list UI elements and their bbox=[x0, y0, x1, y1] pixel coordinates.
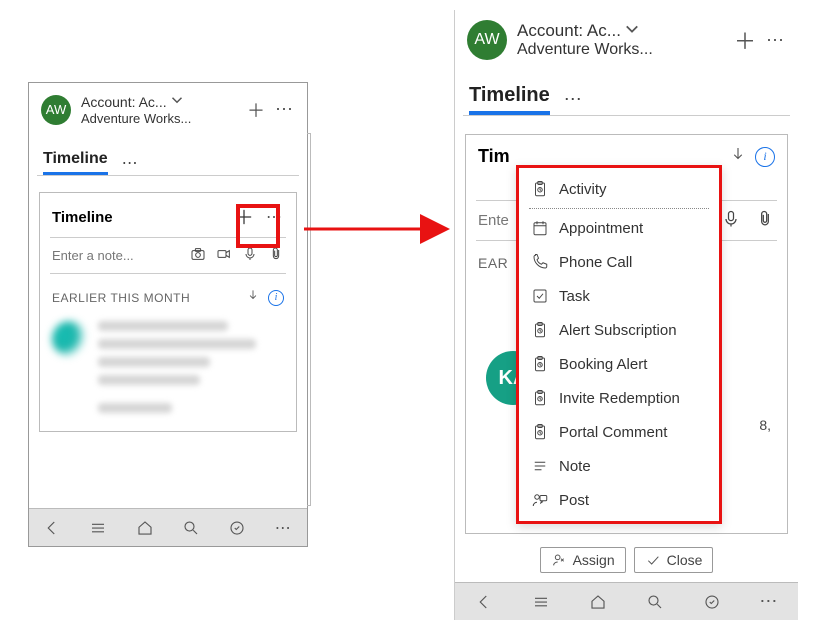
tab-timeline[interactable]: Timeline bbox=[43, 150, 108, 175]
menu-item-label: Note bbox=[559, 458, 591, 475]
account-title: Account: Ac... bbox=[81, 94, 167, 110]
clipboard-icon bbox=[531, 423, 549, 441]
menu-item-phone-call[interactable]: Phone Call bbox=[519, 245, 719, 279]
timeline-card: Tim i Ente EAR KA 8, ActivityAppointment… bbox=[465, 134, 788, 534]
post-icon bbox=[531, 491, 549, 509]
camera-icon[interactable] bbox=[190, 246, 206, 265]
chevron-down-icon[interactable] bbox=[625, 22, 639, 41]
menu-item-label: Phone Call bbox=[559, 254, 632, 271]
mobile-panel-left: AW Account: Ac... Adventure Works... ＋ ⋯… bbox=[28, 82, 308, 547]
tab-bar: Timeline ⋯ bbox=[455, 70, 798, 115]
chevron-down-icon[interactable] bbox=[171, 93, 183, 111]
home-button[interactable] bbox=[583, 587, 613, 617]
menu-button[interactable] bbox=[83, 513, 113, 543]
highlight-add-button bbox=[236, 204, 280, 248]
menu-item-alert-subscription[interactable]: Alert Subscription bbox=[519, 313, 719, 347]
avatar: AW bbox=[41, 95, 71, 125]
menu-button[interactable] bbox=[526, 587, 556, 617]
earlier-this-month-label: EARLIER THIS MONTH bbox=[52, 291, 238, 305]
peek-text: 8, bbox=[759, 417, 771, 433]
mic-icon[interactable] bbox=[721, 209, 741, 232]
timeline-card-title: Tim bbox=[478, 146, 721, 167]
search-button[interactable] bbox=[640, 587, 670, 617]
tab-bar: Timeline ⋯ bbox=[29, 136, 307, 175]
sort-arrow-icon[interactable] bbox=[729, 145, 747, 168]
clipboard-icon bbox=[531, 180, 549, 198]
phone-icon bbox=[531, 253, 549, 271]
clipboard-icon bbox=[531, 321, 549, 339]
tab-overflow-button[interactable]: ⋯ bbox=[122, 153, 138, 173]
menu-item-label: Booking Alert bbox=[559, 356, 647, 373]
close-button[interactable]: Close bbox=[634, 547, 714, 573]
menu-item-invite-redemption[interactable]: Invite Redemption bbox=[519, 381, 719, 415]
account-title: Account: Ac... bbox=[517, 21, 621, 41]
clipboard-icon bbox=[531, 355, 549, 373]
menu-item-portal-comment[interactable]: Portal Comment bbox=[519, 415, 719, 449]
menu-item-activity[interactable]: Activity bbox=[519, 172, 719, 206]
blurred-activity-item bbox=[40, 311, 296, 403]
close-label: Close bbox=[667, 552, 703, 568]
tab-overflow-button[interactable]: ⋯ bbox=[564, 89, 582, 110]
menu-item-label: Post bbox=[559, 492, 589, 509]
note-input[interactable]: Enter a note... bbox=[52, 248, 182, 263]
blurred-activity-item bbox=[40, 403, 296, 431]
menu-item-note[interactable]: Note bbox=[519, 449, 719, 483]
assign-button[interactable]: Assign bbox=[540, 547, 626, 573]
add-record-button[interactable]: ＋ bbox=[734, 24, 756, 56]
search-button[interactable] bbox=[176, 513, 206, 543]
tab-timeline[interactable]: Timeline bbox=[469, 84, 550, 115]
add-record-button[interactable]: ＋ bbox=[247, 97, 265, 123]
mic-icon[interactable] bbox=[242, 246, 258, 265]
overflow-button[interactable]: ⋯ bbox=[269, 513, 299, 543]
bottom-nav: ⋯ bbox=[29, 508, 307, 546]
note-icon bbox=[531, 457, 549, 475]
mobile-panel-right: AW Account: Ac... Adventure Works... ＋ ⋯… bbox=[454, 10, 798, 620]
menu-item-post[interactable]: Post bbox=[519, 483, 719, 517]
more-actions-button[interactable]: ⋯ bbox=[766, 30, 786, 51]
back-button[interactable] bbox=[469, 587, 499, 617]
task-button[interactable] bbox=[697, 587, 727, 617]
bottom-nav: ⋯ bbox=[455, 582, 798, 620]
video-icon[interactable] bbox=[216, 246, 232, 265]
menu-item-label: Appointment bbox=[559, 220, 643, 237]
timeline-card-title: Timeline bbox=[52, 209, 222, 226]
attachment-icon[interactable] bbox=[755, 209, 775, 232]
record-header: AW Account: Ac... Adventure Works... ＋ ⋯ bbox=[29, 83, 307, 136]
home-button[interactable] bbox=[130, 513, 160, 543]
menu-item-appointment[interactable]: Appointment bbox=[519, 211, 719, 245]
checkbox-icon bbox=[531, 287, 549, 305]
record-header: AW Account: Ac... Adventure Works... ＋ ⋯ bbox=[455, 10, 798, 70]
back-button[interactable] bbox=[37, 513, 67, 543]
avatar: AW bbox=[467, 20, 507, 60]
menu-item-label: Activity bbox=[559, 181, 607, 198]
menu-item-label: Alert Subscription bbox=[559, 322, 677, 339]
menu-item-label: Invite Redemption bbox=[559, 390, 680, 407]
arrow-icon bbox=[304, 204, 464, 254]
assign-label: Assign bbox=[573, 552, 615, 568]
clipboard-icon bbox=[531, 389, 549, 407]
menu-item-booking-alert[interactable]: Booking Alert bbox=[519, 347, 719, 381]
menu-item-label: Task bbox=[559, 288, 590, 305]
info-icon[interactable]: i bbox=[755, 147, 775, 167]
calendar-icon bbox=[531, 219, 549, 237]
account-subtitle: Adventure Works... bbox=[517, 41, 724, 59]
account-subtitle: Adventure Works... bbox=[81, 111, 237, 126]
sort-arrow-icon[interactable] bbox=[246, 288, 260, 307]
action-pills: Assign Close bbox=[455, 537, 798, 579]
task-button[interactable] bbox=[222, 513, 252, 543]
attachment-icon[interactable] bbox=[268, 246, 284, 265]
add-activity-menu: Activity Appointment Phone Call Task Alert S… bbox=[516, 165, 722, 524]
info-icon[interactable]: i bbox=[268, 290, 284, 306]
overflow-button[interactable]: ⋯ bbox=[754, 587, 784, 617]
more-actions-button[interactable]: ⋯ bbox=[275, 99, 295, 120]
menu-item-label: Portal Comment bbox=[559, 424, 667, 441]
menu-item-task[interactable]: Task bbox=[519, 279, 719, 313]
